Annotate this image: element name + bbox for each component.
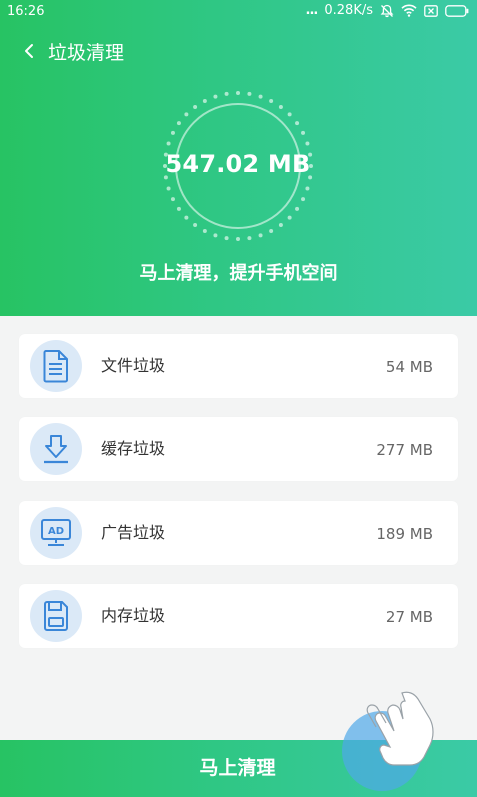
ring-dot xyxy=(269,98,274,103)
junk-item-label: 文件垃圾 xyxy=(101,356,166,375)
bell-off-icon xyxy=(380,4,394,18)
ring-dot xyxy=(213,233,218,238)
junk-item-label: 广告垃圾 xyxy=(101,523,166,542)
size-ring: 547.02 MB xyxy=(160,90,316,242)
ring-dot xyxy=(305,186,310,191)
ring-dot xyxy=(184,215,189,220)
junk-item-files[interactable]: 文件垃圾 54 MB xyxy=(19,334,458,398)
junk-item-size: 189 MB xyxy=(376,525,433,543)
ring-dot xyxy=(287,215,292,220)
ring-dot xyxy=(224,91,229,96)
ring-dot xyxy=(170,130,175,135)
ring-dot xyxy=(193,223,198,228)
ring-dot xyxy=(193,104,198,109)
ring-dot xyxy=(269,229,274,234)
ring-dot xyxy=(278,104,283,109)
junk-item-memory[interactable]: 内存垃圾 27 MB xyxy=(19,584,458,648)
ring-dot xyxy=(247,236,252,241)
junk-item-label: 缓存垃圾 xyxy=(101,439,166,458)
status-time: 16:26 xyxy=(7,4,45,19)
back-button[interactable] xyxy=(18,40,40,66)
junk-item-size: 54 MB xyxy=(385,358,433,376)
battery-icon xyxy=(445,4,469,17)
download-icon xyxy=(30,423,82,475)
header-subtitle: 马上清理，提升手机空间 xyxy=(139,263,338,284)
junk-item-size: 277 MB xyxy=(376,441,433,459)
ad-icon: AD xyxy=(30,507,82,559)
svg-text:AD: AD xyxy=(48,526,64,537)
ring-dot xyxy=(295,121,300,126)
ring-dot xyxy=(236,237,240,241)
junk-item-label: 内存垃圾 xyxy=(101,606,166,625)
ring-dot xyxy=(278,223,283,228)
title-bar: 垃圾清理 xyxy=(0,36,477,70)
header: 16:26 ... 0.28K/s 垃圾清理 547.02 MB 马上清理，提升… xyxy=(0,0,477,316)
status-dots: ... xyxy=(305,3,319,18)
memory-card-icon xyxy=(30,590,82,642)
ring-dot xyxy=(176,121,181,126)
total-size: 547.02 MB xyxy=(165,150,311,178)
junk-item-ads[interactable]: AD 广告垃圾 189 MB xyxy=(19,501,458,565)
junk-item-cache[interactable]: 缓存垃圾 277 MB xyxy=(19,417,458,481)
junk-item-size: 27 MB xyxy=(385,608,433,626)
document-icon xyxy=(30,340,82,392)
chevron-left-icon xyxy=(23,42,35,64)
wifi-icon xyxy=(401,4,417,17)
ring-dot xyxy=(184,112,189,117)
ring-dot xyxy=(295,206,300,211)
ring-dot xyxy=(236,91,240,95)
clean-now-label: 马上清理 xyxy=(199,757,276,779)
ring-dot xyxy=(213,94,218,99)
ring-dot xyxy=(258,233,263,238)
ring-dot xyxy=(258,94,263,99)
ring-dot xyxy=(202,229,207,234)
network-speed: 0.28K/s xyxy=(324,3,373,18)
ring-dot xyxy=(247,91,252,96)
ring-dot xyxy=(176,206,181,211)
ring-dot xyxy=(301,197,306,202)
ring-dot xyxy=(170,197,175,202)
ring-dot xyxy=(202,98,207,103)
ring-dot xyxy=(305,141,310,146)
ring-dot xyxy=(166,141,171,146)
status-bar: 16:26 ... 0.28K/s xyxy=(0,0,477,24)
page-title: 垃圾清理 xyxy=(48,42,125,64)
ring-dot xyxy=(166,186,171,191)
ring-dot xyxy=(224,236,229,241)
clean-now-button[interactable]: 马上清理 xyxy=(0,740,477,797)
ring-dot xyxy=(301,130,306,135)
sim-icon xyxy=(424,4,438,17)
ring-dot xyxy=(287,112,292,117)
status-right: ... 0.28K/s xyxy=(306,3,469,18)
